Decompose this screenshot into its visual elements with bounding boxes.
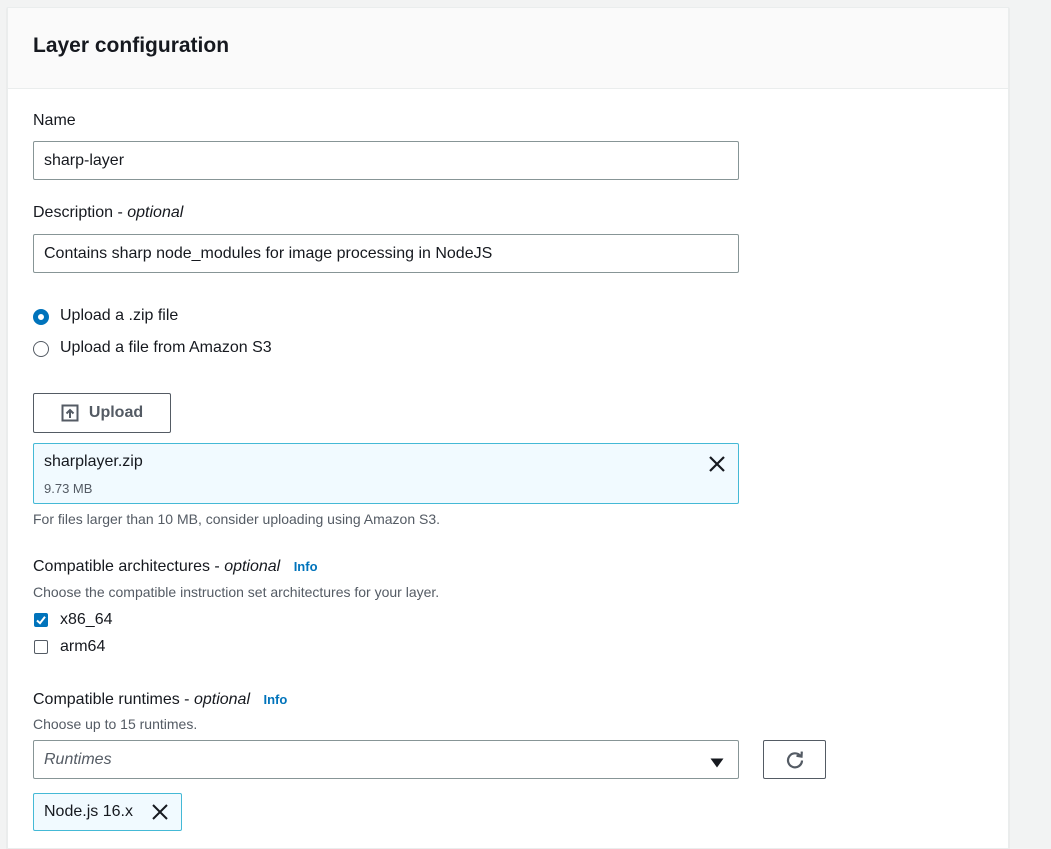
caret-down-icon [710,755,724,768]
runtimes-placeholder: Runtimes [44,750,112,768]
remove-file-close-icon[interactable] [707,454,727,474]
name-input[interactable]: sharp-layer [33,141,739,180]
checkbox-x86-64[interactable] [34,613,48,627]
runtimes-label: Compatible runtimes - optional Info [33,691,287,709]
uploaded-file-token: sharplayer.zip 9.73 MB [33,443,739,504]
upload-hint: For files larger than 10 MB, consider up… [33,511,441,527]
radio-upload-zip-label[interactable]: Upload a .zip file [60,307,178,325]
checkbox-arm64[interactable] [34,640,48,654]
radio-upload-s3-label[interactable]: Upload a file from Amazon S3 [60,339,272,357]
runtimes-label-text: Compatible runtimes - [33,691,194,708]
runtime-token-label: Node.js 16.x [44,803,133,820]
architectures-label: Compatible architectures - optional Info [33,558,318,576]
refresh-runtimes-button[interactable] [763,740,826,779]
architectures-optional: optional [224,558,281,575]
description-optional: optional [127,204,184,221]
remove-runtime-close-icon[interactable] [151,803,169,821]
checkmark-icon [35,615,46,625]
runtime-token: Node.js 16.x [33,793,182,831]
panel-header: Layer configuration [8,8,1008,89]
runtimes-optional: optional [193,691,250,708]
checkbox-x86-64-label[interactable]: x86_64 [60,611,113,629]
layer-configuration-panel: Layer configuration Name sharp-layer Des… [7,7,1009,849]
radio-upload-s3[interactable] [33,341,49,357]
upload-button-label: Upload [88,404,144,421]
name-label: Name [33,112,76,129]
architectures-info-link[interactable]: Info [294,559,318,574]
upload-icon [61,404,79,422]
description-label: Description - optional [33,204,183,222]
panel-title: Layer configuration [33,34,230,57]
name-input-value: sharp-layer [44,151,125,169]
runtimes-description: Choose up to 15 runtimes. [33,716,198,732]
upload-button[interactable]: Upload [33,393,171,433]
runtimes-select[interactable]: Runtimes [33,740,739,779]
description-label-text: Description - [33,204,128,221]
uploaded-file-size: 9.73 MB [44,481,93,496]
description-input-value: Contains sharp node_modules for image pr… [44,244,493,262]
uploaded-file-name: sharplayer.zip [44,453,143,470]
description-input[interactable]: Contains sharp node_modules for image pr… [33,234,739,273]
refresh-icon [785,750,805,770]
architectures-label-text: Compatible architectures - [33,558,225,575]
architectures-description: Choose the compatible instruction set ar… [33,584,440,600]
radio-upload-zip[interactable] [33,309,49,325]
runtimes-info-link[interactable]: Info [263,692,287,707]
checkbox-arm64-label[interactable]: arm64 [60,638,105,656]
